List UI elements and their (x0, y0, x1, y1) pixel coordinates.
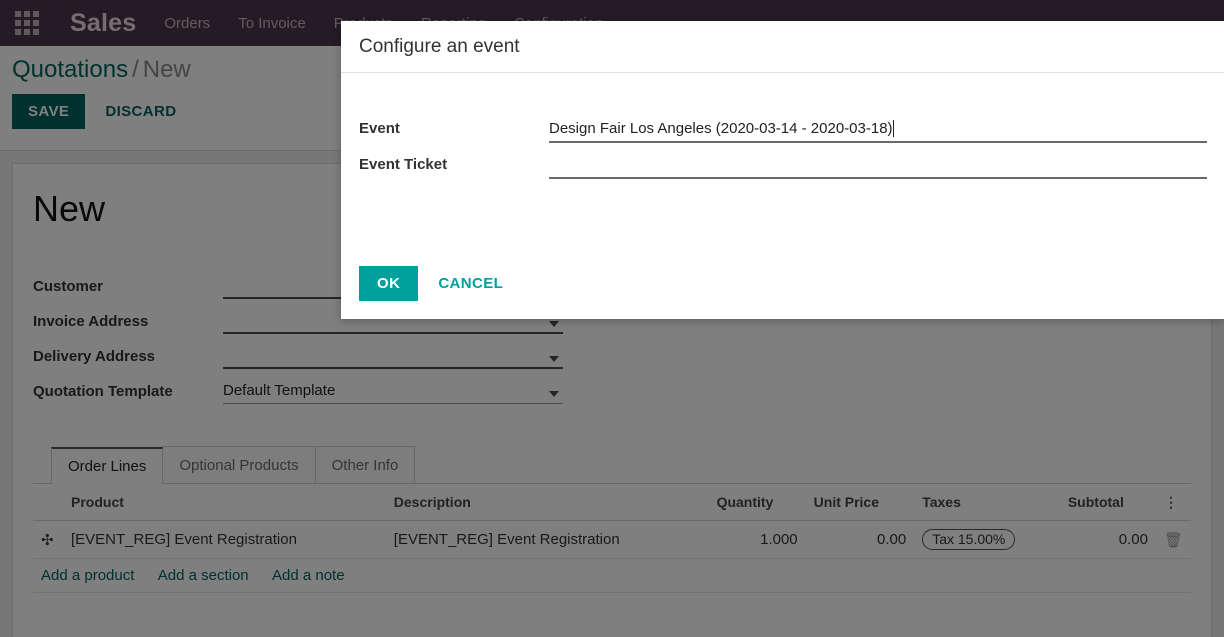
event-ticket-input[interactable] (549, 151, 1207, 179)
dialog-field-row-event-ticket: Event Ticket (359, 143, 1207, 179)
dialog-body: Event Design Fair Los Angeles (2020-03-1… (341, 73, 1224, 256)
text-cursor (892, 119, 894, 137)
ok-button[interactable]: OK (359, 266, 419, 301)
dialog-footer: OK CANCEL (341, 256, 1224, 319)
field-event-ticket[interactable] (549, 151, 1207, 179)
app-root: Sales Orders To Invoice Products Reporti… (0, 0, 1224, 637)
label-event-ticket: Event Ticket (359, 156, 448, 173)
event-input-value: Design Fair Los Angeles (2020-03-14 - 20… (549, 119, 893, 137)
configure-event-dialog: Configure an event Event Design Fair Los… (341, 21, 1224, 319)
dialog-field-row-event: Event Design Fair Los Angeles (2020-03-1… (359, 107, 1207, 143)
dialog-title: Configure an event (359, 35, 520, 57)
field-event[interactable]: Design Fair Los Angeles (2020-03-14 - 20… (549, 115, 1207, 143)
label-event: Event (359, 120, 400, 137)
event-input[interactable]: Design Fair Los Angeles (2020-03-14 - 20… (549, 115, 1207, 143)
cancel-button[interactable]: CANCEL (424, 266, 517, 301)
dialog-header: Configure an event (341, 21, 1224, 73)
